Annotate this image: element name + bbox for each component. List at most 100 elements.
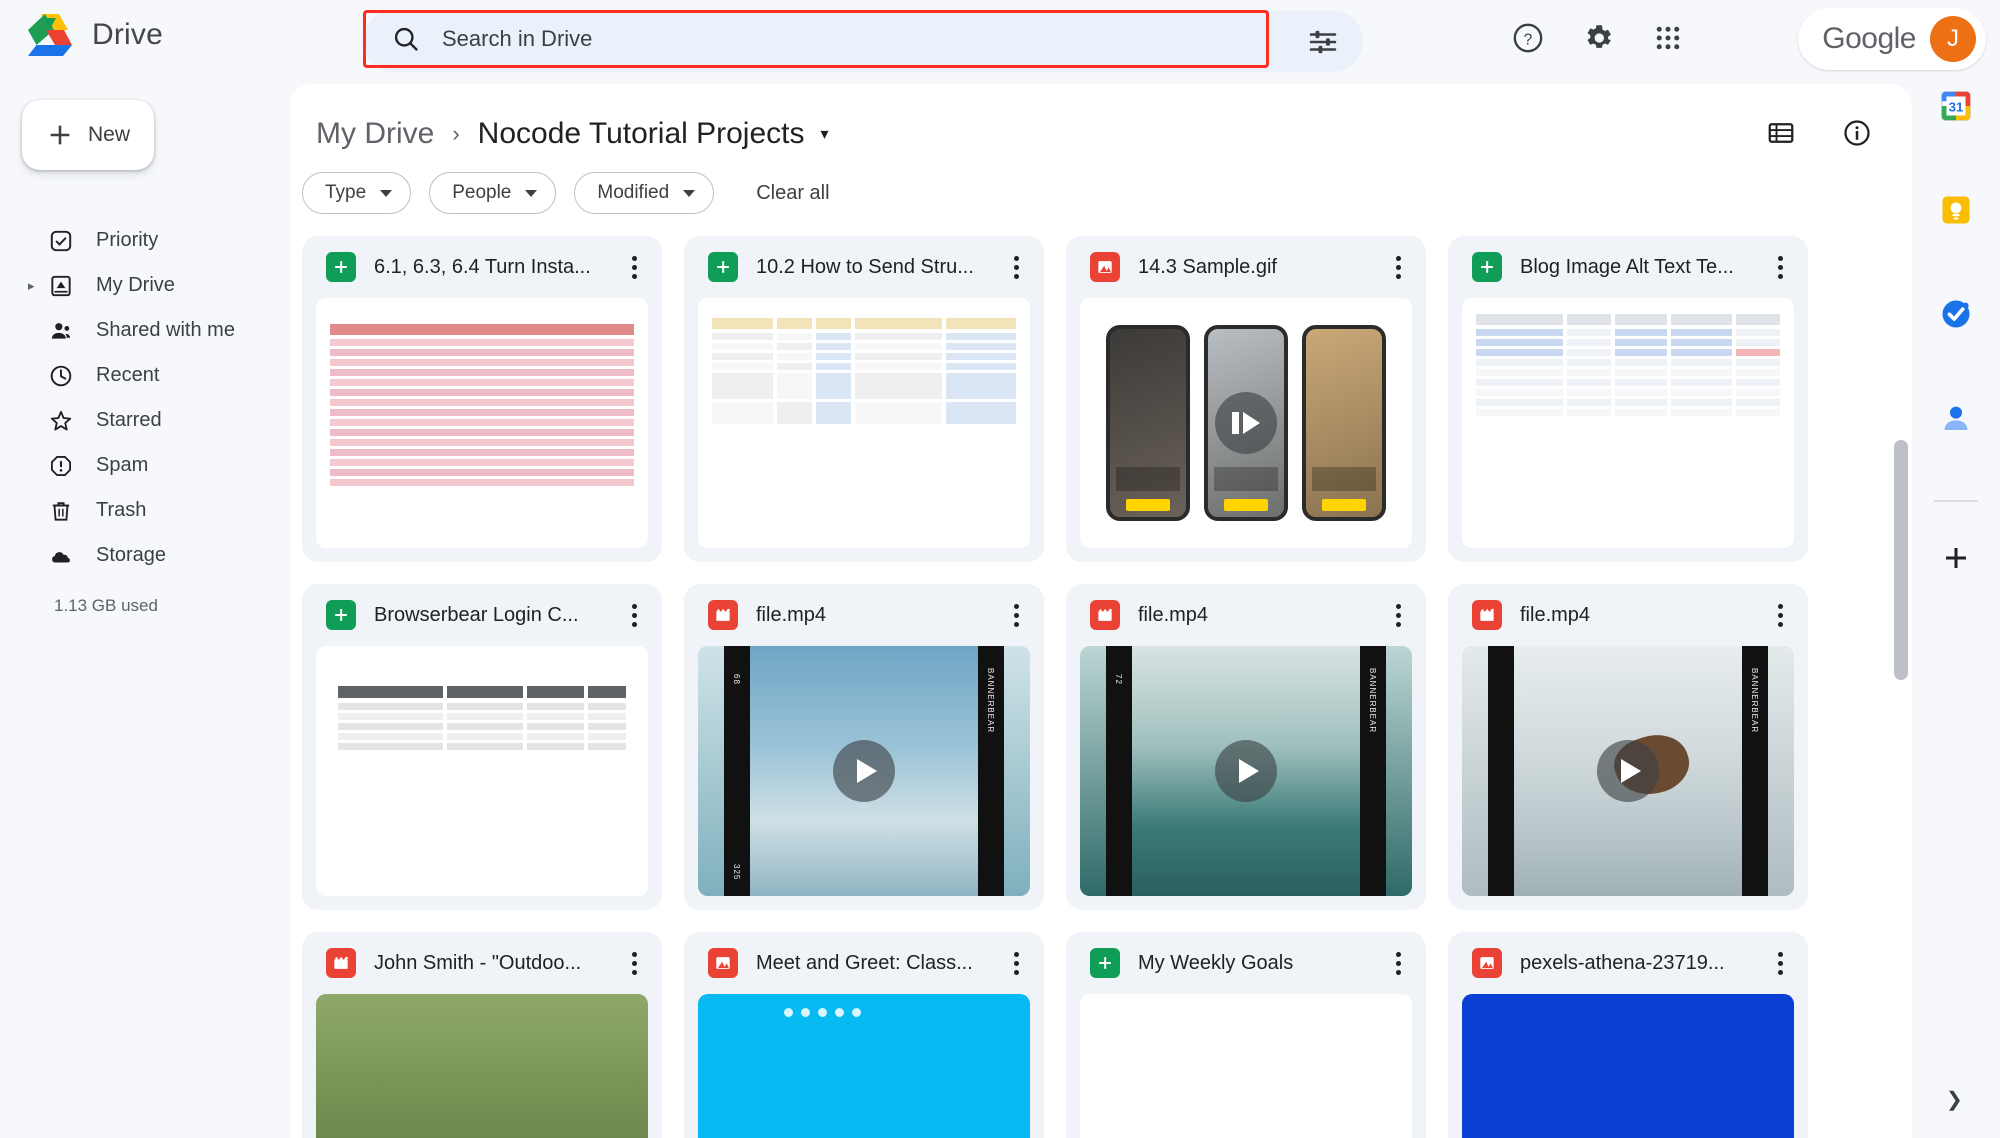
google-calendar-icon[interactable]: 31: [1934, 84, 1978, 128]
file-name: Meet and Greet: Class...: [756, 951, 973, 974]
file-card[interactable]: Browserbear Login C...: [302, 584, 662, 910]
search-icon: [394, 27, 418, 51]
file-card-header: file.mp4: [1448, 584, 1808, 646]
video-play-button[interactable]: [1215, 740, 1277, 802]
file-menu-button[interactable]: [1766, 255, 1794, 279]
file-card-header: file.mp4: [684, 584, 1044, 646]
file-menu-button[interactable]: [1002, 603, 1030, 627]
file-card-header: 6.1, 6.3, 6.4 Turn Insta...: [302, 236, 662, 298]
app-title: Drive: [92, 18, 164, 51]
google-keep-icon[interactable]: [1934, 188, 1978, 232]
svg-text:?: ?: [1524, 31, 1533, 48]
file-name: Browserbear Login C...: [374, 603, 579, 626]
file-grid: 6.1, 6.3, 6.4 Turn Insta... 10.2 How to …: [290, 214, 1912, 1138]
sidebar-item-starred[interactable]: Starred: [0, 398, 290, 443]
gif-play-badge: [1215, 392, 1277, 454]
help-icon[interactable]: ?: [1508, 18, 1548, 58]
file-card-header: My Weekly Goals: [1066, 932, 1426, 994]
file-menu-button[interactable]: [1384, 951, 1412, 975]
search-options-button[interactable]: [1305, 24, 1341, 60]
video-play-button[interactable]: [833, 740, 895, 802]
google-tasks-icon[interactable]: [1934, 292, 1978, 336]
sidebar-item-my-drive[interactable]: ▸ My Drive: [0, 263, 290, 308]
filter-chips: Type People Modified Clear all: [290, 156, 1912, 214]
file-thumbnail: 72 BANNERBEAR: [1080, 646, 1412, 896]
clear-all-button[interactable]: Clear all: [756, 182, 829, 205]
file-name: 6.1, 6.3, 6.4 Turn Insta...: [374, 255, 591, 278]
file-card[interactable]: 6.1, 6.3, 6.4 Turn Insta...: [302, 236, 662, 562]
file-menu-button[interactable]: [1002, 951, 1030, 975]
vertical-scrollbar[interactable]: [1894, 440, 1908, 680]
file-card[interactable]: file.mp4 BANNERBEAR: [1448, 584, 1808, 910]
file-name: 14.3 Sample.gif: [1138, 255, 1277, 278]
file-menu-button[interactable]: [1766, 951, 1794, 975]
google-contacts-icon[interactable]: [1934, 396, 1978, 440]
add-app-plus-icon[interactable]: [1934, 536, 1978, 580]
sidebar-item-recent[interactable]: Recent: [0, 353, 290, 398]
search-input[interactable]: Search in Drive: [363, 10, 1269, 68]
sidebar-item-label: Starred: [96, 409, 162, 431]
file-card[interactable]: Meet and Greet: Class...: [684, 932, 1044, 1138]
file-menu-button[interactable]: [1384, 255, 1412, 279]
file-card[interactable]: pexels-athena-23719...: [1448, 932, 1808, 1138]
plus-icon: [50, 125, 70, 145]
expand-caret-icon[interactable]: ▸: [28, 278, 35, 294]
trash-icon: [52, 501, 70, 521]
sidebar-item-storage[interactable]: Storage: [0, 533, 290, 578]
sidebar-item-label: Trash: [96, 499, 147, 521]
file-card[interactable]: 10.2 How to Send Stru...: [684, 236, 1044, 562]
file-name: file.mp4: [756, 603, 827, 626]
google-sheets-icon: [1090, 948, 1120, 978]
list-view-icon[interactable]: [1766, 118, 1796, 153]
storage-used-label: 1.13 GB used: [54, 596, 158, 615]
brand[interactable]: Drive: [24, 12, 163, 58]
file-card-header: pexels-athena-23719...: [1448, 932, 1808, 994]
caret-down-icon[interactable]: ▾: [821, 124, 829, 144]
sidebar-item-priority[interactable]: Priority: [0, 218, 290, 263]
file-card[interactable]: John Smith - "Outdoo...: [302, 932, 662, 1138]
my-drive-icon: [51, 275, 71, 296]
image-icon: [1090, 252, 1120, 282]
google-sheets-icon: [708, 252, 738, 282]
breadcrumb-my-drive[interactable]: My Drive: [316, 117, 434, 151]
file-menu-button[interactable]: [1384, 603, 1412, 627]
file-card[interactable]: Blog Image Alt Text Te...: [1448, 236, 1808, 562]
file-card[interactable]: file.mp4 68 325 BANNERBEAR: [684, 584, 1044, 910]
sidebar-item-spam[interactable]: Spam: [0, 443, 290, 488]
breadcrumb: My Drive › Nocode Tutorial Projects ▾: [290, 84, 1912, 156]
file-card[interactable]: 14.3 Sample.gif: [1066, 236, 1426, 562]
file-name: Blog Image Alt Text Te...: [1520, 255, 1734, 278]
file-thumbnail: [316, 646, 648, 896]
apps-grid-icon[interactable]: [1648, 18, 1688, 58]
video-play-button[interactable]: [1597, 740, 1659, 802]
sidebar-item-label: Spam: [96, 454, 149, 476]
breadcrumb-current-folder[interactable]: Nocode Tutorial Projects: [478, 117, 805, 151]
info-icon[interactable]: [1842, 118, 1872, 153]
file-card-header: John Smith - "Outdoo...: [302, 932, 662, 994]
gear-icon[interactable]: [1578, 18, 1618, 58]
account-pill[interactable]: Google J: [1798, 8, 1986, 70]
file-menu-button[interactable]: [620, 255, 648, 279]
clock-icon: [50, 365, 72, 386]
cloud-icon: [52, 551, 70, 562]
file-card[interactable]: file.mp4 72 BANNERBEAR: [1066, 584, 1426, 910]
file-menu-button[interactable]: [620, 603, 648, 627]
filter-chip-people[interactable]: People: [429, 172, 557, 214]
filter-chip-type[interactable]: Type: [302, 172, 412, 214]
file-card[interactable]: My Weekly Goals: [1066, 932, 1426, 1138]
file-menu-button[interactable]: [620, 951, 648, 975]
header-icons: ?: [1508, 18, 1688, 58]
chevron-right-icon[interactable]: ❯: [1946, 1087, 1963, 1112]
caret-down-icon: [380, 189, 393, 197]
file-menu-button[interactable]: [1766, 603, 1794, 627]
file-menu-button[interactable]: [1002, 255, 1030, 279]
file-card-header: 14.3 Sample.gif: [1066, 236, 1426, 298]
file-thumbnail: [1080, 994, 1412, 1138]
sidebar-item-trash[interactable]: Trash: [0, 488, 290, 533]
avatar[interactable]: J: [1930, 16, 1976, 62]
search-bar[interactable]: Search in Drive: [363, 10, 1363, 72]
sidebar-item-shared-with-me[interactable]: Shared with me: [0, 308, 290, 353]
filter-chip-modified[interactable]: Modified: [574, 172, 715, 214]
new-button[interactable]: New: [22, 100, 154, 170]
file-card-header: Meet and Greet: Class...: [684, 932, 1044, 994]
